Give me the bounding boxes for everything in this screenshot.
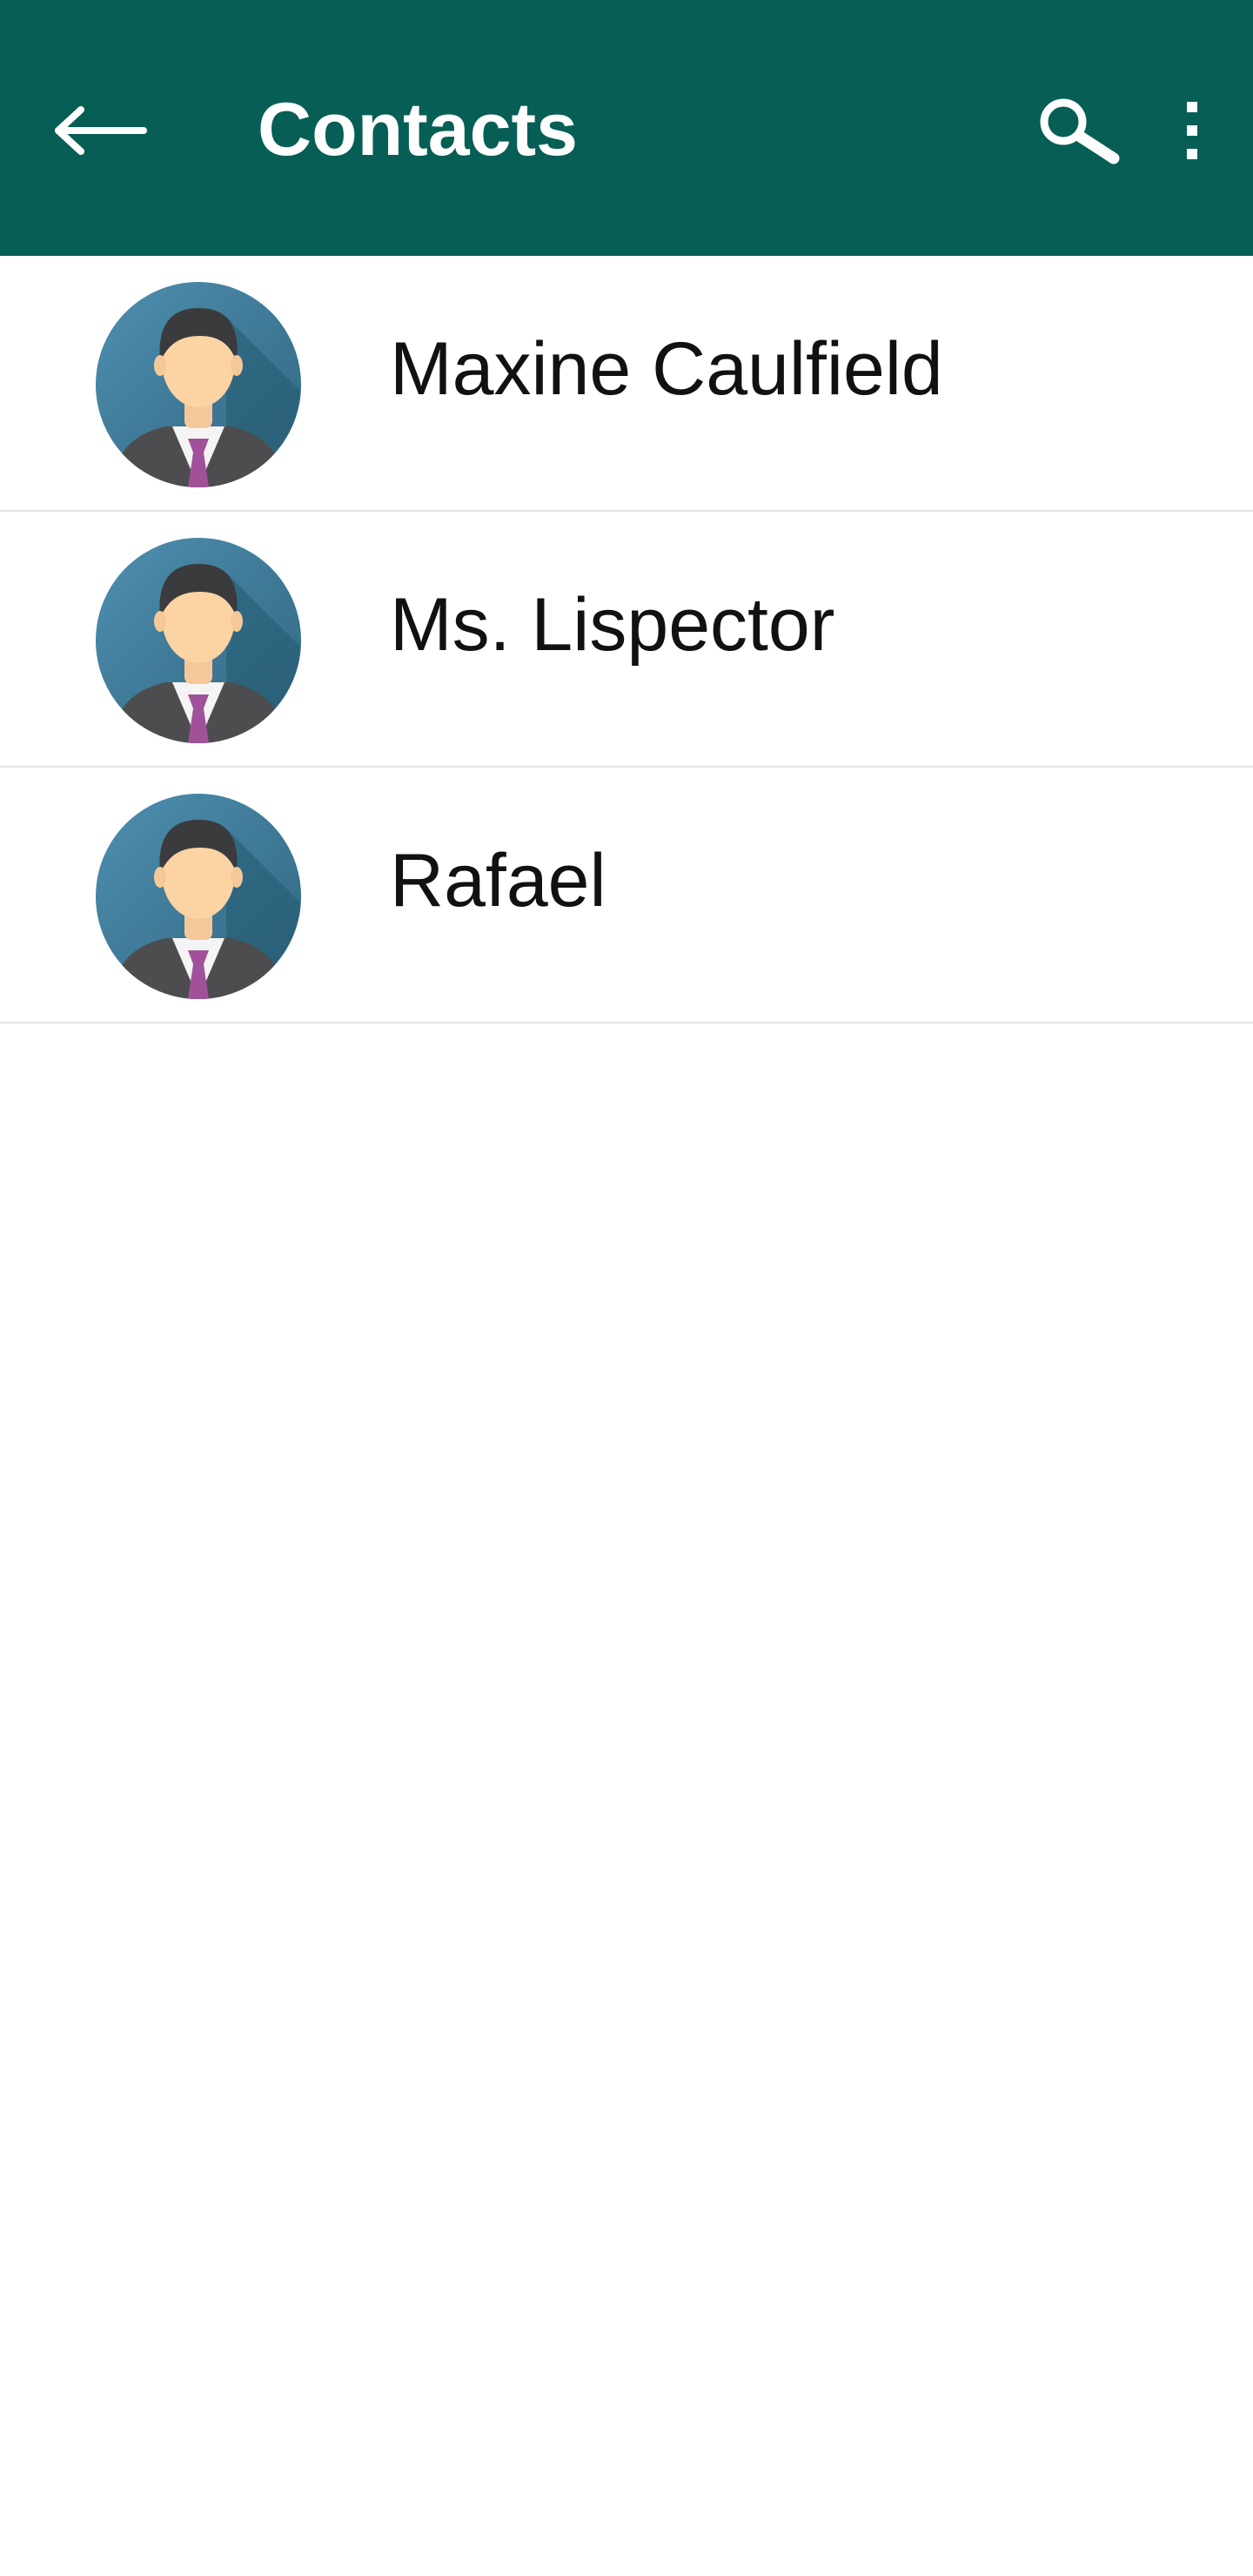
arrow-left-icon: [55, 106, 147, 155]
search-icon: [1040, 98, 1120, 164]
contact-name: Maxine Caulfield: [390, 327, 943, 411]
person-avatar-icon: [96, 282, 301, 487]
contact-list: Maxine Caulfield Ms. Lispector Rafael: [0, 256, 1253, 1023]
back-button[interactable]: [44, 80, 157, 181]
more-options-button[interactable]: [1157, 80, 1227, 181]
contact-name: Ms. Lispector: [390, 583, 835, 667]
person-avatar-icon: [96, 794, 301, 999]
contact-row[interactable]: Ms. Lispector: [0, 512, 1253, 768]
contact-name: Rafael: [390, 839, 606, 922]
page-title: Contacts: [258, 88, 578, 171]
app-bar: Contacts: [0, 0, 1253, 256]
search-button[interactable]: [1027, 80, 1131, 181]
contact-row[interactable]: Maxine Caulfield: [0, 256, 1253, 512]
person-avatar-icon: [96, 538, 301, 743]
more-vertical-icon: [1187, 102, 1197, 159]
contact-row[interactable]: Rafael: [0, 768, 1253, 1023]
